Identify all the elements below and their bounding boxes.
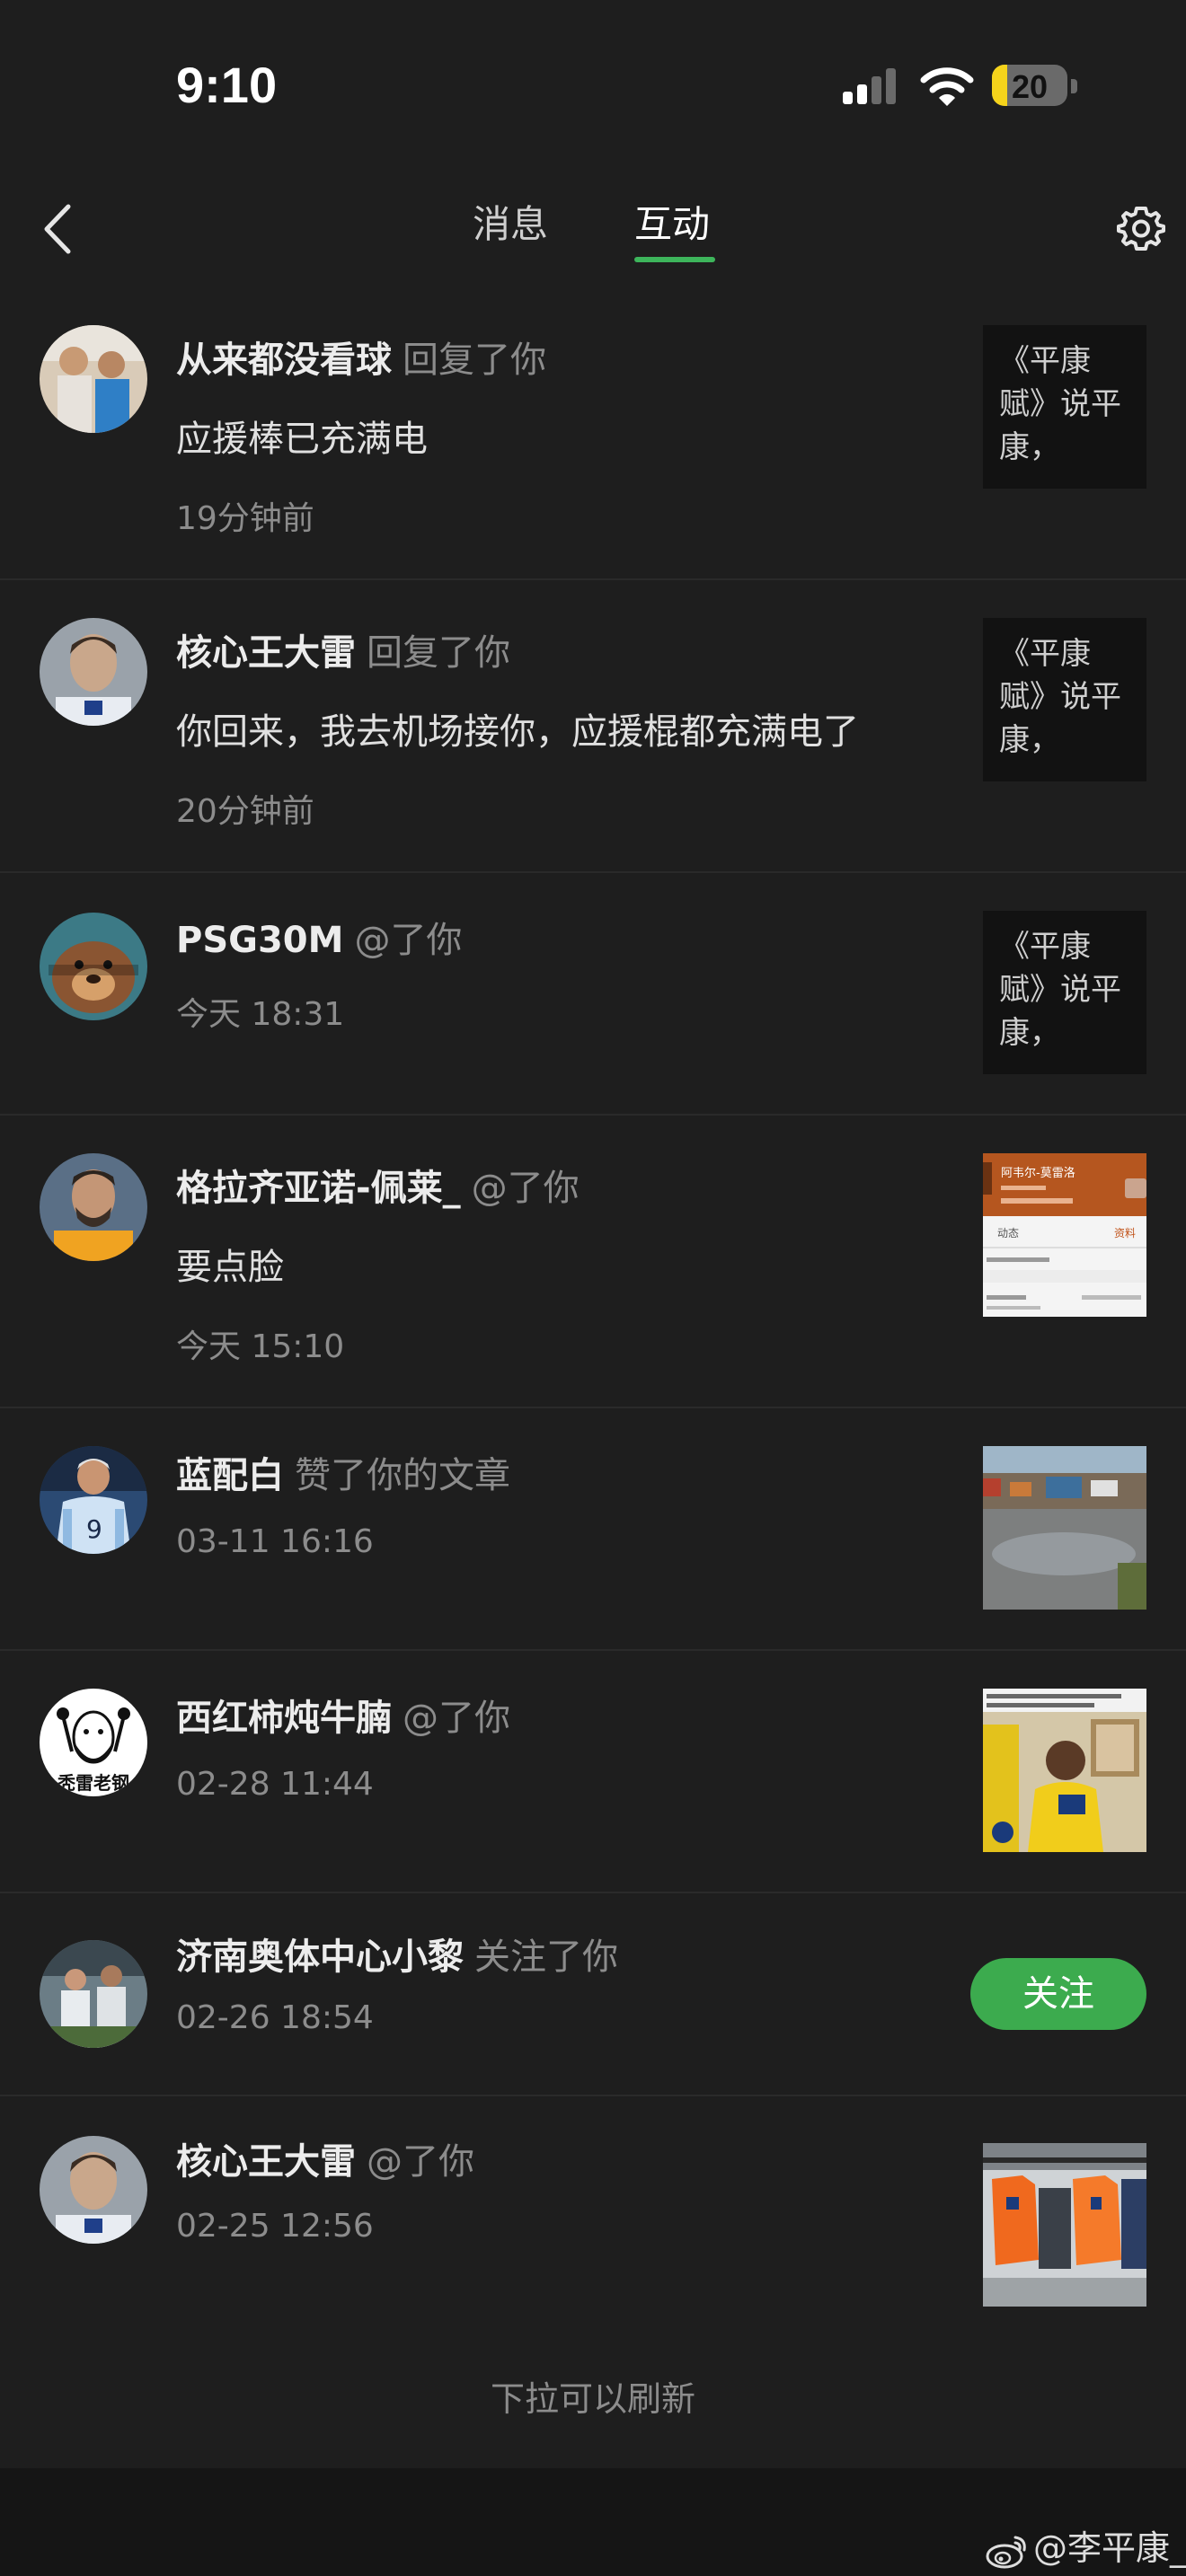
timestamp: 02-25 12:56 <box>176 2208 374 2245</box>
action-text: 关注了你 <box>474 1936 618 1978</box>
action-text: 回复了你 <box>403 340 546 381</box>
timestamp: 02-26 18:54 <box>176 1999 374 2036</box>
item-header: 核心王大雷 @了你 <box>176 2132 474 2184</box>
list-item[interactable]: 从来都没看球 回复了你 应援棒已充满电 19分钟前 《平康赋》说平康， <box>0 287 1186 580</box>
list-item[interactable]: PSG30M @了你 今天 18:31 《平康赋》说平康， <box>0 873 1186 1116</box>
avatar-caption: 秃雷老钢 <box>57 1772 129 1794</box>
battery-level: 20 <box>1011 68 1049 105</box>
avatar[interactable] <box>40 325 147 433</box>
list-item[interactable]: 核心王大雷 回复了你 你回来，我去机场接你，应援棍都充满电了 20分钟前 《平康赋… <box>0 580 1186 873</box>
item-header: 核心王大雷 回复了你 <box>176 623 510 675</box>
avatar[interactable] <box>40 1940 147 2048</box>
avatar[interactable] <box>40 1153 147 1261</box>
item-header: 格拉齐亚诺-佩莱_ @了你 <box>176 1159 580 1211</box>
chevron-left-icon[interactable] <box>32 198 86 260</box>
tab-messages[interactable]: 消息 <box>473 194 548 249</box>
list-item[interactable]: 9 蓝配白 赞了你的文章 03-11 16:16 <box>0 1408 1186 1651</box>
user-name[interactable]: 从来都没看球 <box>176 340 392 381</box>
user-name[interactable]: 格拉齐亚诺-佩莱_ <box>176 1168 461 1209</box>
timestamp: 19分钟前 <box>176 500 314 537</box>
wifi-icon <box>920 67 974 106</box>
avatar[interactable] <box>40 913 147 1020</box>
avatar[interactable] <box>40 2136 147 2244</box>
battery-tip <box>1071 79 1077 93</box>
list-item[interactable]: 核心王大雷 @了你 02-25 12:56 <box>0 2096 1186 2339</box>
weibo-icon <box>986 2536 1026 2568</box>
timestamp: 03-11 16:16 <box>176 1523 374 1560</box>
post-thumbnail[interactable]: 阿韦尔-莫雷洛 动态 资料 <box>983 1153 1146 1317</box>
user-name[interactable]: 核心王大雷 <box>176 632 356 674</box>
timestamp: 20分钟前 <box>176 793 314 830</box>
action-text: @了你 <box>367 2141 474 2183</box>
follow-button[interactable]: 关注 <box>970 1958 1146 2030</box>
avatar[interactable]: 9 <box>40 1446 147 1554</box>
list-item[interactable]: 济南奥体中心小黎 关注了你 02-26 18:54 关注 <box>0 1893 1186 2096</box>
status-time: 9:10 <box>176 57 278 113</box>
timestamp: 今天 18:31 <box>176 996 345 1033</box>
item-header: 西红柿炖牛腩 @了你 <box>176 1689 510 1741</box>
watermark-text: @李平康_ <box>1033 2528 1186 2568</box>
avatar[interactable]: 秃雷老钢 <box>40 1689 147 1796</box>
article-preview[interactable]: 《平康赋》说平康， <box>983 325 1146 489</box>
item-header: 蓝配白 赞了你的文章 <box>176 1446 510 1498</box>
battery-body: 20 <box>992 65 1067 106</box>
avatar[interactable] <box>40 618 147 726</box>
item-header: PSG30M @了你 <box>176 911 462 963</box>
user-name[interactable]: 济南奥体中心小黎 <box>176 1936 464 1978</box>
action-text: @了你 <box>471 1168 580 1209</box>
list-item[interactable]: 格拉齐亚诺-佩莱_ @了你 要点脸 今天 15:10 阿韦尔-莫雷洛 动态 资料 <box>0 1116 1186 1408</box>
thumbnail-tab: 资料 <box>1114 1227 1136 1239</box>
interaction-list: 从来都没看球 回复了你 应援棒已充满电 19分钟前 《平康赋》说平康， 核心王大雷… <box>0 287 1186 2339</box>
tab-interactions[interactable]: 互动 <box>634 194 710 249</box>
article-preview[interactable]: 《平康赋》说平康， <box>983 618 1146 781</box>
user-name[interactable]: 蓝配白 <box>176 1455 284 1496</box>
comment-text: 要点脸 <box>176 1247 284 1288</box>
thumbnail-tab: 动态 <box>997 1227 1019 1239</box>
action-text: 赞了你的文章 <box>295 1455 510 1496</box>
post-thumbnail[interactable] <box>983 1689 1146 1852</box>
gear-icon[interactable] <box>1114 201 1168 255</box>
watermark: @李平康_ <box>985 2520 1186 2570</box>
action-text: 回复了你 <box>367 632 510 674</box>
action-text: @了你 <box>354 920 463 961</box>
active-tab-indicator <box>634 257 715 262</box>
status-bar: 9:10 20 <box>0 0 1186 162</box>
comment-text: 你回来，我去机场接你，应援棍都充满电了 <box>176 711 859 753</box>
signal-icon <box>843 68 896 104</box>
user-name[interactable]: 西红柿炖牛腩 <box>176 1698 392 1739</box>
list-item[interactable]: 秃雷老钢 西红柿炖牛腩 @了你 02-28 11:44 <box>0 1651 1186 1893</box>
action-text: @了你 <box>403 1698 510 1739</box>
post-thumbnail[interactable] <box>983 2143 1146 2307</box>
thumbnail-caption: 阿韦尔-莫雷洛 <box>1001 1167 1075 1180</box>
item-header: 从来都没看球 回复了你 <box>176 331 546 383</box>
user-name[interactable]: PSG30M <box>176 920 343 961</box>
user-name[interactable]: 核心王大雷 <box>176 2141 356 2183</box>
article-preview[interactable]: 《平康赋》说平康， <box>983 911 1146 1074</box>
comment-text: 应援棒已充满电 <box>176 419 428 460</box>
post-thumbnail[interactable] <box>983 1446 1146 1610</box>
timestamp: 02-28 11:44 <box>176 1766 374 1803</box>
svg-text:9: 9 <box>86 1514 102 1544</box>
timestamp: 今天 15:10 <box>176 1328 345 1365</box>
nav-bar: 消息 互动 <box>0 171 1186 287</box>
refresh-hint: 下拉可以刷新 <box>490 2379 695 2419</box>
item-header: 济南奥体中心小黎 关注了你 <box>176 1928 618 1980</box>
battery-indicator: 20 <box>992 63 1078 110</box>
